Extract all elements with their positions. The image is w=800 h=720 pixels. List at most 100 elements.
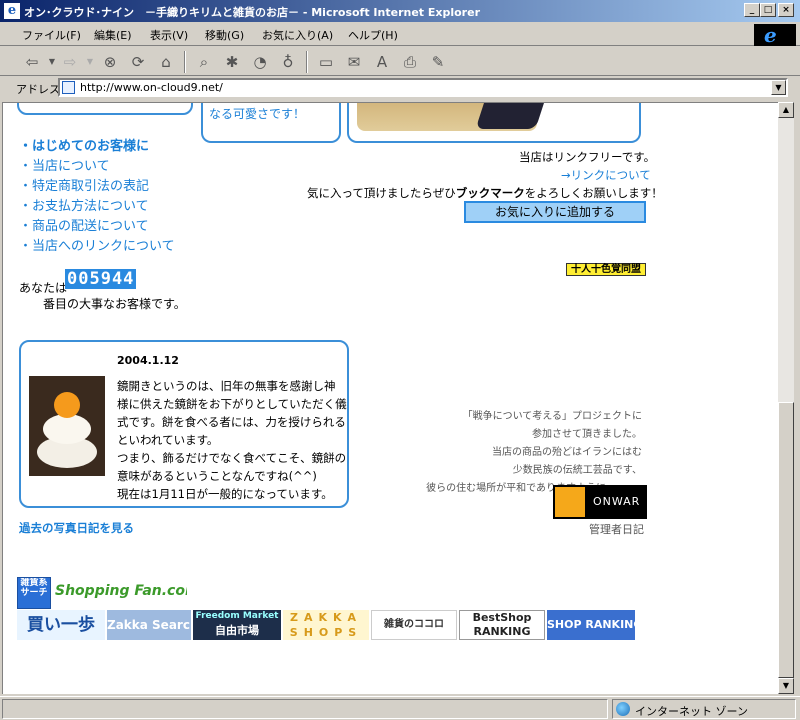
nav-commerce-law[interactable]: ・特定商取引法の表記	[19, 175, 149, 194]
bestshop-ranking-banner[interactable]: BestShop RANKING	[459, 610, 545, 640]
ranking-badge[interactable]: 十人十色覚同盟	[566, 263, 646, 276]
diary-line: 鏡開きというのは、旧年の無事を感謝し神	[117, 379, 336, 393]
globe-icon	[616, 702, 630, 716]
nav-about-store[interactable]: ・当店について	[19, 155, 110, 174]
about-link[interactable]: →リンクについて	[561, 167, 651, 183]
toolbar-separator	[184, 51, 186, 73]
zakka-kokoro-banner[interactable]: 雑貨のココロ	[371, 610, 457, 640]
mail-icon[interactable]: ✉	[344, 52, 364, 72]
visitor-prefix: あなたは	[19, 281, 68, 295]
menu-file[interactable]: ファイル(F)	[22, 27, 81, 43]
menu-bar: ファイル(F) 編集(E) 表示(V) 移動(G) お気に入り(A) ヘルプ(H…	[0, 22, 800, 46]
forward-icon[interactable]: ⇨	[60, 52, 80, 72]
visitor-counter: 005944	[65, 269, 137, 289]
kaiippo-banner[interactable]: 買い一歩	[17, 610, 105, 640]
diary-line: 様に供えた鏡餅をお下がりとしていただく儀	[117, 397, 347, 411]
menu-go[interactable]: 移動(G)	[205, 27, 244, 43]
menu-favorites[interactable]: お気に入り(A)	[262, 27, 333, 43]
channels-icon[interactable]: ♁	[278, 52, 298, 72]
page-icon	[62, 81, 75, 94]
diary-line: といわれています。	[117, 433, 219, 447]
ie-e-icon: e	[764, 23, 777, 47]
forward-dropdown-icon[interactable]: ▼	[80, 52, 100, 72]
back-dropdown-icon[interactable]: ▼	[42, 52, 62, 72]
fullscreen-icon[interactable]: ▭	[316, 52, 336, 72]
nav-first-time[interactable]: ・はじめてのお客様に	[19, 135, 149, 154]
scroll-up-icon[interactable]: ▲	[778, 102, 794, 118]
freedom-market-banner[interactable]: Freedom Market 自由市場	[193, 610, 281, 640]
zone-label: インターネット ゾーン	[635, 705, 748, 718]
war-notice-line: 「戦争について考える」プロジェクトに	[462, 411, 642, 422]
product-caption: なる可愛さです！	[209, 107, 306, 121]
scroll-down-icon[interactable]: ▼	[778, 678, 794, 694]
onwar-banner[interactable]: ONWAR	[553, 485, 647, 519]
zakka-search-label-banner[interactable]: 雑貨系サーチ	[17, 577, 51, 609]
shop-ranking-banner[interactable]: SHOP RANKING	[547, 610, 635, 640]
zakka-search-banner[interactable]: Zakka Search	[107, 610, 191, 640]
diary-line: 現在は1月11日が一般的になっています。	[117, 487, 333, 501]
status-message	[2, 699, 608, 719]
nav-shipping[interactable]: ・商品の配送について	[19, 215, 149, 234]
bookmark-bold: ブックマーク	[455, 186, 525, 200]
title-bar: e オン･クラウド･ナイン －手織りキリムと雑貨のお店－ - Microsoft…	[0, 0, 800, 22]
address-bar: アドレス http://www.on-cloud9.net/ ▼	[0, 76, 800, 100]
diary-line: つまり、飾るだけでなく食べてこそ、鏡餅の	[117, 451, 347, 465]
stop-icon[interactable]: ⊗	[100, 52, 120, 72]
address-url[interactable]: http://www.on-cloud9.net/	[80, 81, 223, 94]
war-notice-line: 少数民族の伝統工芸品です、	[512, 465, 642, 476]
freedom-market-jp: 自由市場	[215, 624, 259, 637]
top-left-box	[17, 103, 193, 115]
admin-diary-link[interactable]: 管理者日記	[589, 521, 644, 537]
back-icon[interactable]: ⇦	[22, 52, 42, 72]
search-icon[interactable]: ⌕	[194, 52, 214, 72]
bookmark-note: 気に入って頂けましたらぜひブックマークをよろしくお願いします！	[307, 185, 663, 201]
zakka-shops-banner[interactable]: ZAKKA SHOPS	[283, 610, 369, 640]
ie-logo: e	[754, 24, 796, 46]
minimize-button[interactable]: _	[744, 3, 760, 17]
visitor-suffix: 番目の大事なお客様です。	[43, 297, 186, 311]
link-free-note: 当店はリンクフリーです。	[519, 150, 656, 164]
diary-line: 式です。餅を食べる者には、力を授けられる	[117, 415, 346, 429]
maximize-button[interactable]: □	[760, 3, 776, 17]
address-label: アドレス	[16, 83, 60, 96]
orange	[54, 392, 80, 418]
nav-payment[interactable]: ・お支払方法について	[19, 195, 149, 214]
add-favorites-button[interactable]: お気に入りに追加する	[464, 201, 646, 223]
vertical-scrollbar[interactable]: ▲ ▼	[778, 102, 794, 694]
address-input[interactable]: http://www.on-cloud9.net/ ▼	[58, 78, 788, 97]
toolbar: ⇦ ▼ ⇨ ▼ ⊗ ⟳ ⌂ ⌕ ✱ ◔ ♁ ▭ ✉ A ⎙ ✎	[0, 46, 800, 76]
favorites-icon[interactable]: ✱	[222, 52, 242, 72]
shoppingfan-banner[interactable]: Shopping Fan.com	[55, 577, 187, 605]
zakka-shops-bottom: SHOPS	[289, 626, 363, 639]
onwar-label: ONWAR	[593, 495, 641, 508]
menu-view[interactable]: 表示(V)	[150, 27, 188, 43]
history-icon[interactable]: ◔	[250, 52, 270, 72]
photo-diary-box: 2004.1.12 鏡開きというのは、旧年の無事を感謝し神 様に供えた鏡餅をお下…	[19, 340, 349, 508]
kagamimochi-photo	[29, 376, 105, 476]
home-icon[interactable]: ⌂	[156, 52, 176, 72]
window-title: オン･クラウド･ナイン －手織りキリムと雑貨のお店－ - Microsoft I…	[24, 6, 480, 19]
menu-help[interactable]: ヘルプ(H)	[348, 27, 398, 43]
toolbar-separator	[306, 51, 308, 73]
page-viewport: なる可愛さです！ ・はじめてのお客様に ・当店について ・特定商取引法の表記 ・…	[2, 102, 778, 694]
edit-icon[interactable]: ✎	[428, 52, 448, 72]
bookmark-prefix: 気に入って頂けましたらぜひ	[307, 186, 456, 200]
menu-edit[interactable]: 編集(E)	[94, 27, 132, 43]
diary-line: 意味があるということなんですね(^^)	[117, 469, 317, 483]
bookmark-suffix: をよろしくお願いします！	[524, 186, 663, 200]
bestshop-label: BestShop	[472, 611, 532, 624]
address-dropdown-icon[interactable]: ▼	[771, 80, 786, 95]
print-icon[interactable]: ⎙	[400, 52, 420, 72]
close-button[interactable]: ×	[778, 3, 794, 17]
font-size-icon[interactable]: A	[372, 52, 392, 72]
onwar-logo-icon	[555, 487, 585, 517]
scroll-thumb[interactable]	[778, 402, 794, 678]
past-diary-link[interactable]: 過去の写真日記を見る	[19, 520, 134, 536]
refresh-icon[interactable]: ⟳	[128, 52, 148, 72]
war-notice-line: 当店の商品の殆どはイランにはむ	[492, 447, 642, 458]
nav-link-policy[interactable]: ・当店へのリンクについて	[19, 235, 175, 254]
mochi-top	[43, 414, 91, 444]
freedom-market-en: Freedom Market	[195, 611, 279, 621]
war-notice-line: 参加させて頂きました。	[532, 429, 642, 440]
security-zone: インターネット ゾーン	[612, 699, 796, 719]
